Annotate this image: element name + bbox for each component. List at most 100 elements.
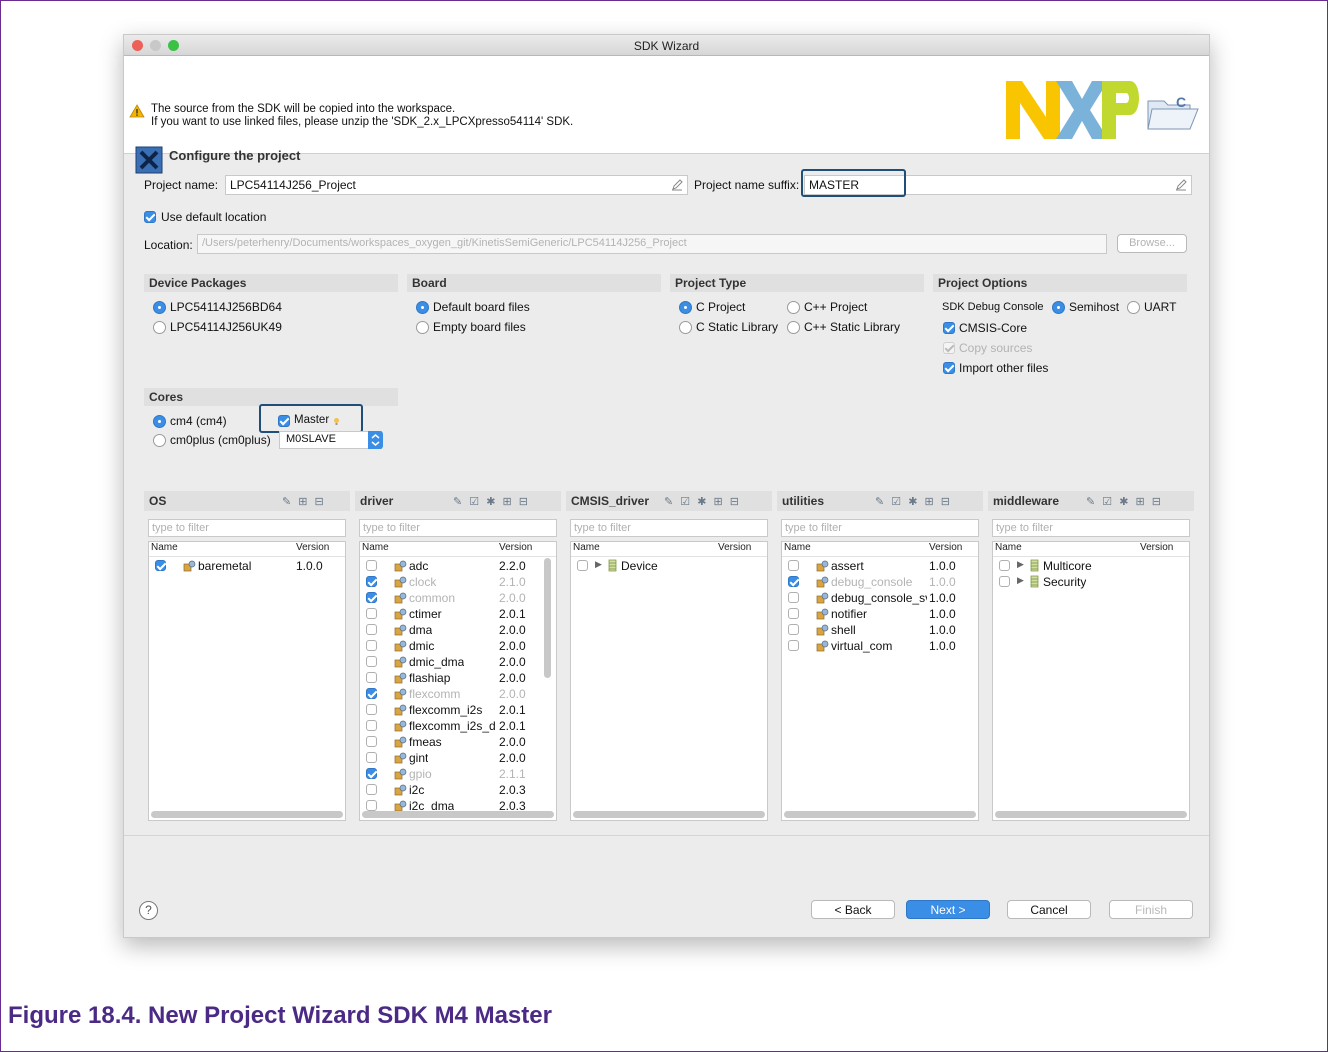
item-checkbox[interactable] <box>366 688 377 699</box>
list-item[interactable]: dma 2.0.0 <box>360 622 556 638</box>
list-item[interactable]: ▶ Security <box>993 574 1189 590</box>
item-name: notifier <box>831 607 868 621</box>
utilities-horizontal-scrollbar[interactable] <box>784 811 976 818</box>
cmsis-core-checkbox[interactable] <box>943 322 955 334</box>
list-item[interactable]: dmic_dma 2.0.0 <box>360 654 556 670</box>
expand-arrow-icon[interactable]: ▶ <box>1017 575 1024 586</box>
list-item[interactable]: i2c 2.0.3 <box>360 782 556 798</box>
driver-horizontal-scrollbar[interactable] <box>362 811 554 818</box>
type-radio-cpp-project[interactable] <box>787 301 800 314</box>
list-item[interactable]: debug_console_sv 1.0.0 <box>782 590 978 606</box>
core-radio-cm0plus[interactable] <box>153 434 166 447</box>
use-default-location-checkbox[interactable] <box>144 211 156 223</box>
item-checkbox[interactable] <box>577 560 588 571</box>
browse-button[interactable]: Browse... <box>1117 234 1187 253</box>
item-checkbox[interactable] <box>788 576 799 587</box>
type-radio-c-static-lib[interactable] <box>679 321 692 334</box>
list-item[interactable]: virtual_com 1.0.0 <box>782 638 978 654</box>
utilities-filter-input[interactable]: type to filter <box>781 519 979 537</box>
list-item[interactable]: dmic 2.0.0 <box>360 638 556 654</box>
middleware-horizontal-scrollbar[interactable] <box>995 811 1187 818</box>
driver-panel-toolbar[interactable]: ✎ ☑ ✱ ⊞ ⊟ <box>453 495 530 508</box>
item-checkbox[interactable] <box>366 608 377 619</box>
chevron-updown-icon[interactable] <box>368 431 383 449</box>
list-item[interactable]: ▶ Device <box>571 558 767 574</box>
list-item[interactable]: notifier 1.0.0 <box>782 606 978 622</box>
item-checkbox[interactable] <box>788 640 799 651</box>
item-checkbox[interactable] <box>366 768 377 779</box>
item-checkbox[interactable] <box>999 576 1010 587</box>
cmsis-horizontal-scrollbar[interactable] <box>573 811 765 818</box>
core-radio-cm4[interactable] <box>153 415 166 428</box>
project-name-input[interactable]: LPC54114J256_Project <box>225 175 688 195</box>
list-item[interactable]: ctimer 2.0.1 <box>360 606 556 622</box>
edit-pencil-icon[interactable] <box>1175 179 1187 191</box>
utilities-panel-toolbar[interactable]: ✎ ☑ ✱ ⊞ ⊟ <box>875 495 952 508</box>
driver-filter-input[interactable]: type to filter <box>359 519 557 537</box>
list-item[interactable]: flexcomm 2.0.0 <box>360 686 556 702</box>
board-radio-default[interactable] <box>416 301 429 314</box>
package-radio-uk49[interactable] <box>153 321 166 334</box>
list-item[interactable]: baremetal 1.0.0 <box>149 558 345 574</box>
help-button[interactable]: ? <box>139 901 158 920</box>
item-checkbox[interactable] <box>366 576 377 587</box>
semihost-radio[interactable] <box>1052 301 1065 314</box>
list-item[interactable]: adc 2.2.0 <box>360 558 556 574</box>
import-other-files-checkbox[interactable] <box>943 362 955 374</box>
list-item[interactable]: flashiap 2.0.0 <box>360 670 556 686</box>
expand-arrow-icon[interactable]: ▶ <box>595 559 602 570</box>
item-checkbox[interactable] <box>366 624 377 635</box>
item-checkbox[interactable] <box>366 800 377 811</box>
uart-radio[interactable] <box>1127 301 1140 314</box>
os-horizontal-scrollbar[interactable] <box>151 811 343 818</box>
copy-sources-checkbox[interactable] <box>943 342 955 354</box>
item-checkbox[interactable] <box>788 624 799 635</box>
slave-select[interactable]: M0SLAVE <box>279 431 382 449</box>
back-button[interactable]: < Back <box>811 900 895 919</box>
item-checkbox[interactable] <box>366 640 377 651</box>
list-item[interactable]: fmeas 2.0.0 <box>360 734 556 750</box>
list-item[interactable]: debug_console 1.0.0 <box>782 574 978 590</box>
finish-button[interactable]: Finish <box>1109 900 1193 919</box>
item-checkbox[interactable] <box>366 672 377 683</box>
item-checkbox[interactable] <box>999 560 1010 571</box>
list-item[interactable]: gpio 2.1.1 <box>360 766 556 782</box>
expand-arrow-icon[interactable]: ▶ <box>1017 559 1024 570</box>
item-checkbox[interactable] <box>788 608 799 619</box>
item-checkbox[interactable] <box>366 752 377 763</box>
type-radio-cpp-static-lib[interactable] <box>787 321 800 334</box>
os-filter-input[interactable]: type to filter <box>148 519 346 537</box>
location-input[interactable]: /Users/peterhenry/Documents/workspaces_o… <box>197 234 1107 254</box>
middleware-panel-toolbar[interactable]: ✎ ☑ ✱ ⊞ ⊟ <box>1086 495 1163 508</box>
list-item[interactable]: flexcomm_i2s_d 2.0.1 <box>360 718 556 734</box>
type-radio-c-project[interactable] <box>679 301 692 314</box>
cancel-button[interactable]: Cancel <box>1007 900 1091 919</box>
list-item[interactable]: gint 2.0.0 <box>360 750 556 766</box>
driver-vertical-scrollbar[interactable] <box>544 558 551 678</box>
list-item[interactable]: clock 2.1.0 <box>360 574 556 590</box>
item-checkbox[interactable] <box>155 560 166 571</box>
item-checkbox[interactable] <box>788 592 799 603</box>
item-checkbox[interactable] <box>366 704 377 715</box>
item-checkbox[interactable] <box>366 656 377 667</box>
os-panel-toolbar[interactable]: ✎ ⊞ ⊟ <box>282 495 326 508</box>
next-button[interactable]: Next > <box>906 900 990 919</box>
list-item[interactable]: ▶ Multicore <box>993 558 1189 574</box>
item-checkbox[interactable] <box>366 592 377 603</box>
board-radio-empty[interactable] <box>416 321 429 334</box>
item-name: clock <box>409 575 437 589</box>
item-checkbox[interactable] <box>366 736 377 747</box>
list-item[interactable]: assert 1.0.0 <box>782 558 978 574</box>
edit-pencil-icon[interactable] <box>671 179 683 191</box>
item-checkbox[interactable] <box>788 560 799 571</box>
item-checkbox[interactable] <box>366 560 377 571</box>
item-checkbox[interactable] <box>366 720 377 731</box>
middleware-filter-input[interactable]: type to filter <box>992 519 1190 537</box>
list-item[interactable]: common 2.0.0 <box>360 590 556 606</box>
cmsis-panel-toolbar[interactable]: ✎ ☑ ✱ ⊞ ⊟ <box>664 495 741 508</box>
item-checkbox[interactable] <box>366 784 377 795</box>
list-item[interactable]: shell 1.0.0 <box>782 622 978 638</box>
package-radio-bd64[interactable] <box>153 301 166 314</box>
list-item[interactable]: flexcomm_i2s 2.0.1 <box>360 702 556 718</box>
cmsis-filter-input[interactable]: type to filter <box>570 519 768 537</box>
